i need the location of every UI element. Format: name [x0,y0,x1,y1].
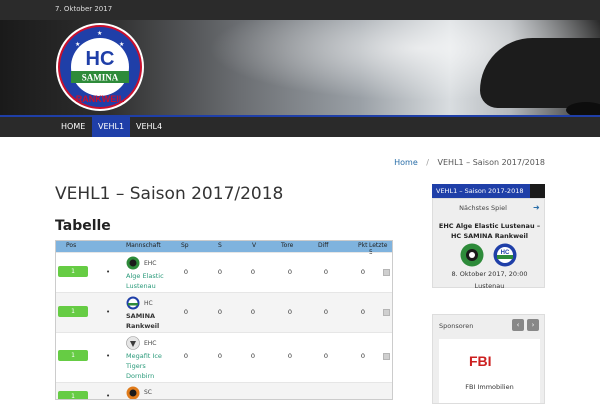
breadcrumb-current: VEHL1 – Saison 2017/2018 [437,158,545,167]
sponsor-card[interactable]: FBI FBI Immobilien [439,339,540,403]
arrow-right-icon[interactable]: ➜ [533,203,540,212]
stat-v: 0 [250,308,256,316]
sponsor-logo: FBI [469,353,492,369]
form-info-icon[interactable] [383,353,390,360]
stat-v: 0 [250,268,256,276]
next-match-location: Lustenau [474,282,505,290]
team-name-link[interactable]: Megafit Ice Tigers Dornbirn [126,351,166,381]
table-row: 1 • EHC Alge Elastic Lustenau 0 0 0 0 0 … [56,252,392,292]
form-info-icon[interactable] [383,269,390,276]
col-header-tore[interactable]: Tore [281,242,293,249]
sponsor-next-button[interactable]: › [527,319,539,331]
sponsor-prev-button[interactable]: ‹ [512,319,524,331]
stat-sp: 0 [183,268,189,276]
breadcrumb-home-link[interactable]: Home [394,158,418,167]
form-info-icon[interactable] [383,309,390,316]
stat-diff: 0 [323,268,329,276]
team-prefix: SC [144,389,152,396]
page-title: VEHL1 – Saison 2017/2018 [55,184,284,204]
next-game-label: Nächstes Spiel [459,204,507,212]
widget-header-accent [530,184,545,198]
section-title-tabelle: Tabelle [55,218,111,234]
stat-sp: 0 [183,352,189,360]
team-prefix: EHC [144,260,157,267]
position-badge: 1 [58,266,88,277]
next-match-title[interactable]: EHC Alge Elastic Lustenau – HC SAMINA Ra… [437,221,542,241]
svg-text:★: ★ [97,30,102,37]
club-logo[interactable]: HC SAMINA RANKWEIL ★ ★ ★ [55,22,145,112]
nav-vehl1[interactable]: VEHL1 [92,117,131,137]
col-header-s[interactable]: S [218,242,222,249]
team-logo-dornbirn [126,336,140,350]
team-logo-lustenau [126,256,140,270]
hockey-puck-image [566,102,600,115]
stat-pkt: 0 [360,268,366,276]
team-prefix: HC [144,300,153,307]
stat-sp: 0 [183,308,189,316]
col-header-team[interactable]: Mannschaft [126,242,161,249]
logo-text-samina: SAMINA [82,73,119,83]
next-match-date: 8. Oktober 2017, 20:00 [451,270,528,278]
next-game-widget: Nächstes Spiel ➜ EHC Alge Elastic Lusten… [432,198,545,290]
logo-text-hc: HC [86,48,115,70]
col-header-pkt[interactable]: Pkt [358,242,367,249]
sponsor-name: FBI Immobilien [465,383,514,391]
svg-text:★: ★ [75,41,80,48]
stat-pkt: 0 [360,308,366,316]
logo-text-rankweil: RANKWEIL [76,94,125,104]
team-name-link[interactable]: SAMINA Rankweil [126,311,166,331]
stat-diff: 0 [323,308,329,316]
stat-pkt: 0 [360,352,366,360]
sponsors-title: Sponsoren [439,322,474,330]
stat-s: 0 [217,268,223,276]
next-game-widget-title: VEHL1 – Saison 2017-2018 [432,184,545,198]
team-logo-sc [126,386,140,399]
stat-tore: 0 [287,352,293,360]
position-badge: 1 [58,306,88,317]
stat-s: 0 [217,308,223,316]
table-row: 1 • HC SAMINA Rankweil 0 0 0 0 0 0 [56,292,392,332]
breadcrumb-separator: / [426,158,429,167]
sponsors-widget: Sponsoren ‹ › FBI FBI Immobilien [432,314,545,404]
col-header-v[interactable]: V [252,242,256,249]
table-row: 1 • EHC Megafit Ice Tigers Dornbirn 0 0 … [56,332,392,382]
stat-s: 0 [217,352,223,360]
col-header-diff[interactable]: Diff [318,242,328,249]
main-navigation: HOME VEHL1 VEHL4 [0,115,600,137]
nav-vehl4[interactable]: VEHL4 [130,117,168,137]
col-header-sp[interactable]: Sp [181,242,189,249]
current-date: 7. Oktober 2017 [55,5,113,13]
away-team-logo: HC [493,243,517,267]
position-badge: 1 [58,391,88,399]
standings-table: Pos Mannschaft Sp S V Tore Diff Pkt Letz… [55,240,393,400]
team-prefix: EHC [144,340,157,347]
top-bar: 7. Oktober 2017 [0,0,600,20]
position-badge: 1 [58,350,88,361]
home-team-logo [460,243,484,267]
nav-home[interactable]: HOME [55,117,91,137]
table-header-row: Pos Mannschaft Sp S V Tore Diff Pkt Letz… [56,241,392,256]
stat-diff: 0 [323,352,329,360]
breadcrumb: Home / VEHL1 – Saison 2017/2018 [394,158,545,167]
stat-tore: 0 [287,308,293,316]
svg-text:HC: HC [501,250,510,256]
table-row: 1 • SC [56,382,392,399]
team-name-link[interactable]: Alge Elastic Lustenau [126,271,166,291]
svg-text:★: ★ [119,41,124,48]
stat-tore: 0 [287,268,293,276]
team-logo-rankweil [126,296,140,310]
stat-v: 0 [250,352,256,360]
col-header-pos[interactable]: Pos [66,242,76,249]
